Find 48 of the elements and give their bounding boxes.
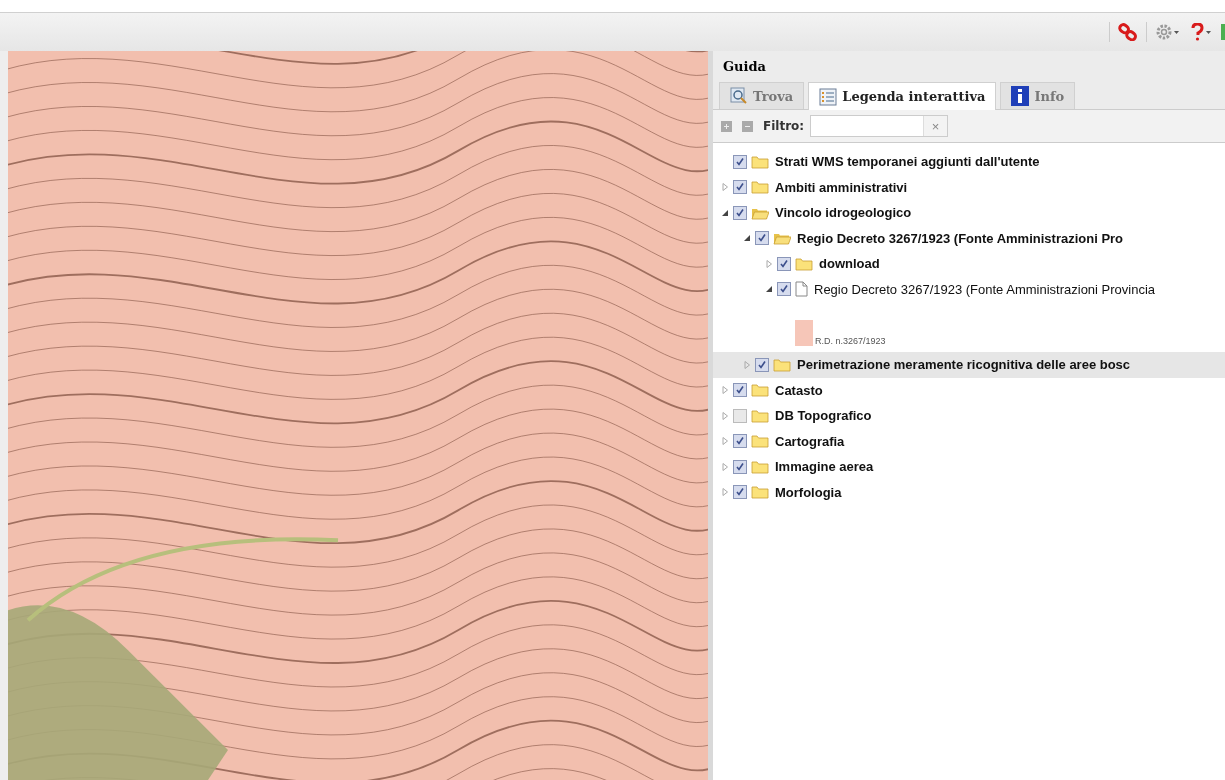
- tree-item[interactable]: Catasto: [713, 377, 1225, 403]
- tab[interactable]: Legenda interattiva: [808, 82, 997, 110]
- collapse-triangle-icon[interactable]: [765, 285, 773, 294]
- checkbox[interactable]: [755, 357, 769, 372]
- folder-icon: [751, 485, 769, 500]
- open-folder-icon: [773, 231, 791, 246]
- folder-icon: [751, 154, 769, 169]
- folder-icon: [751, 408, 769, 423]
- search-icon: [730, 87, 748, 105]
- tree-item[interactable]: Morfologia: [713, 479, 1225, 505]
- tree-item[interactable]: Vincolo idrogeologico: [713, 200, 1225, 226]
- checkbox[interactable]: [777, 282, 791, 297]
- tree-item[interactable]: Regio Decreto 3267/1923 (Fonte Amministrazioni Provincia: [713, 276, 1225, 302]
- tree-item[interactable]: Strati WMS temporanei aggiunti dall'utente: [713, 149, 1225, 175]
- folder-icon: [751, 180, 769, 195]
- tree-item[interactable]: Immagine aerea: [713, 454, 1225, 480]
- folder-icon: [751, 383, 769, 398]
- filter-label: Filtro:: [763, 119, 805, 133]
- tree-item[interactable]: Ambiti amministrativi: [713, 174, 1225, 200]
- checkbox[interactable]: [755, 231, 769, 246]
- folder-icon: [773, 357, 791, 372]
- folder-icon: [751, 459, 769, 474]
- legend-label: R.D. n.3267/1923: [815, 336, 886, 346]
- info-icon: [1011, 86, 1030, 106]
- document-icon: [795, 281, 808, 298]
- checkbox[interactable]: [733, 154, 747, 169]
- tree-item[interactable]: DB Topografico: [713, 403, 1225, 429]
- tree-item[interactable]: Regio Decreto 3267/1923 (Fonte Amministrazioni Pro: [713, 225, 1225, 251]
- checkbox[interactable]: [733, 434, 747, 449]
- help-icon[interactable]: [1189, 23, 1213, 41]
- folder-icon: [795, 256, 813, 271]
- panel-title: Guida: [713, 51, 1225, 80]
- link-icon[interactable]: [1118, 23, 1138, 41]
- checkbox[interactable]: [777, 256, 791, 271]
- checkbox[interactable]: [733, 205, 747, 220]
- collapse-triangle-icon[interactable]: [721, 208, 729, 217]
- collapse-triangle-icon[interactable]: [743, 234, 751, 243]
- settings-icon[interactable]: [1155, 23, 1181, 41]
- checkbox[interactable]: [733, 180, 747, 195]
- tree-item[interactable]: Perimetrazione meramente ricognitiva delle aree bosc: [713, 352, 1225, 378]
- checkbox[interactable]: [733, 383, 747, 398]
- list-icon: [819, 87, 838, 106]
- tree-item[interactable]: Cartografia: [713, 428, 1225, 454]
- tree-item[interactable]: download: [713, 251, 1225, 277]
- folder-icon: [751, 434, 769, 449]
- checkbox[interactable]: [733, 408, 747, 423]
- checkbox[interactable]: [733, 459, 747, 474]
- checkbox[interactable]: [733, 485, 747, 500]
